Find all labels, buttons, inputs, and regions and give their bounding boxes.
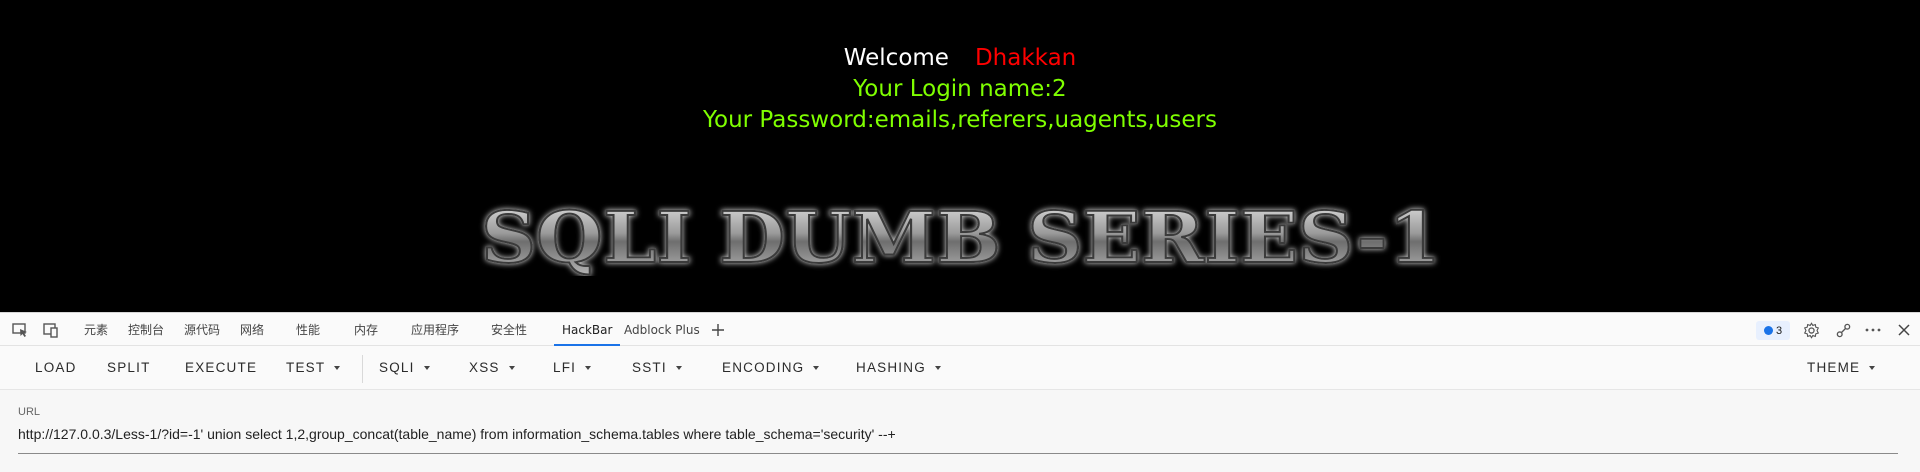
connect-icon[interactable] <box>1832 319 1854 341</box>
chevron-down-icon <box>813 366 820 371</box>
url-input[interactable] <box>18 422 1898 446</box>
tab-adblock-plus[interactable]: Adblock Plus <box>624 313 700 346</box>
web-page: Welcome Dhakkan Your Login name:2 Your Pa… <box>0 0 1920 312</box>
welcome-line: Welcome Dhakkan <box>0 45 1920 71</box>
add-tab-icon[interactable] <box>707 319 729 341</box>
menu-divider <box>362 355 363 383</box>
url-underline <box>18 453 1898 454</box>
sqli-menu[interactable]: SQLI <box>379 346 430 390</box>
tab-sources[interactable]: 源代码 <box>184 313 220 346</box>
tab-memory[interactable]: 内存 <box>354 313 378 346</box>
chevron-down-icon <box>934 366 941 371</box>
banner-text: SQLI DUMB SERIES-1 <box>481 198 1441 276</box>
devtools-tabbar: 元素 控制台 源代码 网络 性能 内存 应用程序 安全性 HackBar Adb… <box>0 312 1920 346</box>
xss-label: XSS <box>469 360 500 375</box>
ssti-menu[interactable]: SSTI <box>632 346 682 390</box>
xss-menu[interactable]: XSS <box>469 346 515 390</box>
theme-label: THEME <box>1807 360 1861 375</box>
hashing-label: HASHING <box>856 360 926 375</box>
load-button[interactable]: LOAD <box>35 346 77 390</box>
login-name-line: Your Login name:2 <box>853 76 1067 102</box>
issues-icon <box>1763 326 1773 335</box>
url-label: URL <box>18 406 41 418</box>
more-icon[interactable] <box>1862 319 1884 341</box>
lfi-menu[interactable]: LFI <box>553 346 592 390</box>
chevron-down-icon <box>508 366 515 371</box>
sqli-label: SQLI <box>379 360 415 375</box>
tab-performance[interactable]: 性能 <box>296 313 320 346</box>
chevron-down-icon <box>675 366 682 371</box>
encoding-label: ENCODING <box>722 360 805 375</box>
tab-security[interactable]: 安全性 <box>491 313 527 346</box>
user-name: Dhakkan <box>974 45 1077 71</box>
issues-count: 3 <box>1775 324 1783 337</box>
test-label: TEST <box>286 360 326 375</box>
close-icon[interactable] <box>1893 319 1915 341</box>
ssti-label: SSTI <box>632 360 667 375</box>
tab-application[interactable]: 应用程序 <box>411 313 459 346</box>
password-line: Your Password:emails,referers,uagents,us… <box>703 107 1217 133</box>
tab-console[interactable]: 控制台 <box>128 313 164 346</box>
tab-hackbar[interactable]: HackBar <box>554 313 621 346</box>
hackbar-menu: LOAD SPLIT EXECUTE TEST SQLI XSS LFI SST… <box>0 346 1920 390</box>
chevron-down-icon <box>1869 366 1876 371</box>
welcome-text: Welcome <box>843 45 949 71</box>
theme-menu[interactable]: THEME <box>1807 346 1876 390</box>
device-toggle-icon[interactable] <box>40 319 62 341</box>
issues-badge[interactable]: 3 <box>1756 321 1790 340</box>
test-menu[interactable]: TEST <box>286 346 341 390</box>
tab-elements[interactable]: 元素 <box>84 313 108 346</box>
chevron-down-icon <box>334 366 341 371</box>
encoding-menu[interactable]: ENCODING <box>722 346 820 390</box>
url-section: URL <box>0 390 1920 472</box>
chevron-down-icon <box>423 366 430 371</box>
tab-network[interactable]: 网络 <box>240 313 264 346</box>
devtools-panel: 元素 控制台 源代码 网络 性能 内存 应用程序 安全性 HackBar Adb… <box>0 312 1920 472</box>
hashing-menu[interactable]: HASHING <box>856 346 941 390</box>
sqli-dumb-series-banner: SQLI DUMB SERIES-1 <box>480 198 1442 276</box>
chevron-down-icon <box>585 366 592 371</box>
settings-icon[interactable] <box>1800 319 1822 341</box>
lfi-label: LFI <box>553 360 577 375</box>
split-button[interactable]: SPLIT <box>107 346 151 390</box>
execute-button[interactable]: EXECUTE <box>185 346 257 390</box>
inspect-icon[interactable] <box>9 319 31 341</box>
